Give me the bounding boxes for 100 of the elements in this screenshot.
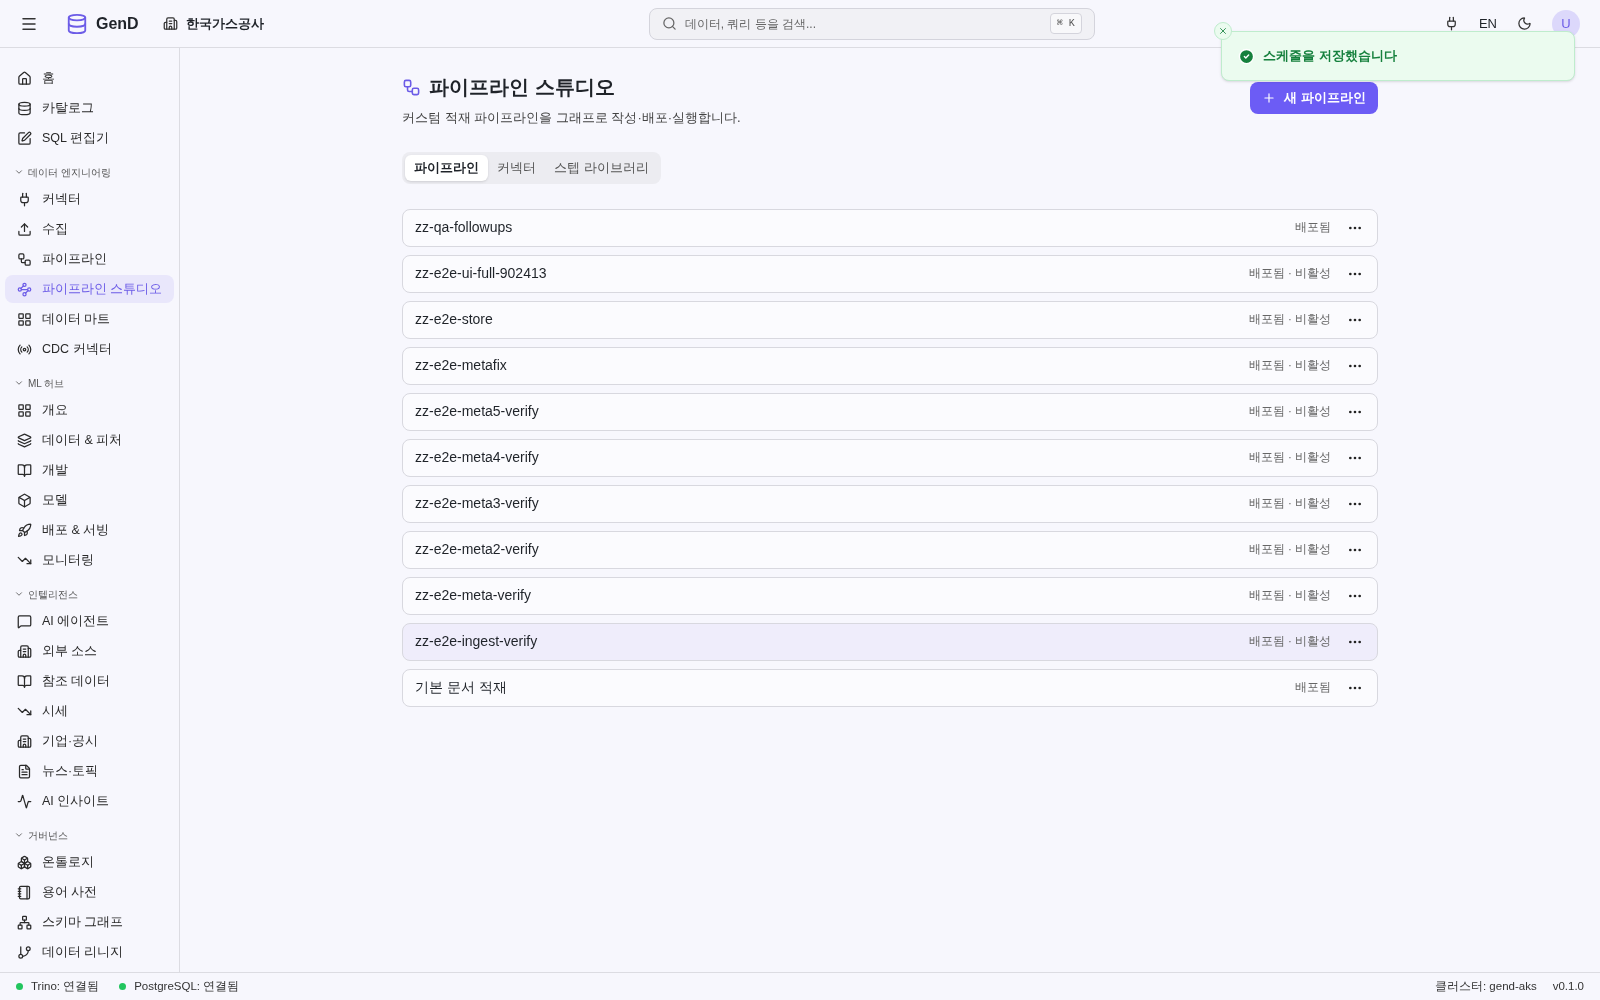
language-button[interactable]: EN: [1478, 13, 1497, 34]
building-icon: [162, 16, 178, 31]
building-icon: [17, 733, 32, 749]
nav-item[interactable]: 스키마 그래프: [5, 908, 174, 936]
nav-label: 데이터 & 피처: [42, 431, 123, 449]
nav-item[interactable]: 모니터링: [5, 546, 174, 574]
hierarchy-icon: [17, 914, 32, 930]
pipeline-row[interactable]: zz-e2e-ingest-verify 배포됨 · 비활성: [402, 622, 1378, 661]
toast-message: 스케줄을 저장했습니다: [1263, 47, 1397, 66]
search-field[interactable]: 데이터, 쿼리 등을 검색... ⌘ K: [648, 7, 1095, 40]
nav-item[interactable]: 개요: [5, 396, 174, 424]
connection-status: PostgreSQL: 연결됨: [134, 978, 240, 994]
nav-item[interactable]: 용어 사전: [5, 878, 174, 906]
chevron-down-icon: [14, 589, 24, 599]
nav-item[interactable]: 배포 & 서빙: [5, 516, 174, 544]
section-header[interactable]: 거버넌스: [5, 824, 77, 846]
nav-label: 용어 사전: [42, 883, 98, 901]
pipeline-row[interactable]: 기본 문서 적재 배포됨: [402, 668, 1378, 707]
rocket-icon: [17, 522, 32, 538]
tab[interactable]: 파이프라인: [405, 154, 488, 181]
section-header[interactable]: ML 허브: [5, 372, 74, 394]
connection-status: Trino: 연결됨: [31, 978, 100, 994]
section-header[interactable]: 인텔리전스: [5, 583, 87, 605]
branch-icon: [17, 944, 32, 960]
nav-label: 모니터링: [42, 551, 94, 569]
nav-item[interactable]: 시세: [5, 697, 174, 725]
new-pipeline-button[interactable]: 새 파이프라인: [1250, 82, 1378, 114]
theme-icon[interactable]: [1517, 16, 1532, 31]
nav-label: 뉴스·토픽: [42, 762, 99, 780]
nav-label: 외부 소스: [42, 642, 98, 660]
nav-item[interactable]: 데이터 마트: [5, 305, 174, 333]
chevron-down-icon: [14, 830, 24, 840]
nav-item[interactable]: 수집: [5, 215, 174, 243]
nav-item[interactable]: 기업·공시: [5, 727, 174, 755]
logo-icon: [66, 12, 88, 35]
pipeline-row[interactable]: zz-e2e-meta-verify 배포됨 · 비활성: [402, 576, 1378, 615]
nav-item[interactable]: 파이프라인 스튜디오: [5, 275, 174, 303]
tab[interactable]: 커넥터: [488, 154, 545, 181]
nav-label: 카탈로그: [42, 99, 94, 117]
nav-label: 배포 & 서빙: [42, 521, 110, 539]
nav-item[interactable]: 홈: [5, 64, 174, 92]
book-icon: [17, 462, 32, 478]
pipeline-row[interactable]: zz-e2e-meta2-verify 배포됨 · 비활성: [402, 530, 1378, 569]
nav-item[interactable]: SQL 편집기: [5, 124, 174, 152]
nav-label: 파이프라인: [42, 250, 107, 268]
plug-icon: [17, 191, 32, 207]
nav-item[interactable]: 카탈로그: [5, 94, 174, 122]
success-icon: [1238, 47, 1255, 65]
nav-item[interactable]: 온톨로지: [5, 848, 174, 876]
section-header[interactable]: 데이터 엔지니어링: [5, 161, 120, 183]
nav-item[interactable]: 커넥터: [5, 185, 174, 213]
pipeline-name: zz-e2e-meta-verify: [415, 586, 531, 605]
pipeline-row[interactable]: zz-qa-followups 배포됨: [402, 208, 1378, 247]
app-logo: GenD: [96, 13, 139, 34]
chevron-down-icon: [14, 378, 24, 388]
nav-label: 기업·공시: [42, 732, 99, 750]
nav-label: 참조 데이터: [42, 672, 111, 690]
nav-item[interactable]: 데이터 & 피처: [5, 426, 174, 454]
nav-label: 수집: [42, 220, 68, 238]
pipeline-row[interactable]: zz-e2e-meta4-verify 배포됨 · 비활성: [402, 438, 1378, 477]
pipeline-name: zz-e2e-store: [415, 310, 493, 329]
pipeline-row[interactable]: zz-e2e-meta5-verify 배포됨 · 비활성: [402, 392, 1378, 431]
pipeline-name: 기본 문서 적재: [415, 678, 507, 697]
status-text: 배포됨 · 비활성: [1248, 449, 1331, 465]
pipeline-row[interactable]: zz-e2e-metafix 배포됨 · 비활성: [402, 346, 1378, 385]
nav-item[interactable]: 개발: [5, 456, 174, 484]
nav-label: 스키마 그래프: [42, 913, 124, 931]
nav-item[interactable]: AI 에이전트: [5, 607, 174, 635]
nav-item[interactable]: AI 인사이트: [5, 787, 174, 815]
close-icon: [1218, 26, 1228, 36]
pipeline-row[interactable]: zz-e2e-store 배포됨 · 비활성: [402, 300, 1378, 339]
nav-item[interactable]: 참조 데이터: [5, 667, 174, 695]
nav-item[interactable]: 파이프라인: [5, 245, 174, 273]
status-text: 배포됨 · 비활성: [1248, 357, 1331, 373]
grid-icon: [17, 311, 32, 327]
plus-icon: [1262, 91, 1277, 105]
pipeline-name: zz-e2e-meta2-verify: [415, 540, 539, 559]
layers-icon: [17, 432, 32, 448]
close-button[interactable]: [1214, 22, 1232, 40]
nav-item[interactable]: 외부 소스: [5, 637, 174, 665]
nav-item[interactable]: 데이터 리니지: [5, 938, 174, 966]
database-icon: [17, 100, 32, 116]
nav-label: 개요: [42, 401, 68, 419]
pipeline-name: zz-e2e-meta5-verify: [415, 402, 539, 421]
nav-item[interactable]: 뉴스·토픽: [5, 757, 174, 785]
boxes-icon: [17, 854, 32, 870]
nav-label: SQL 편집기: [42, 129, 110, 147]
book-icon: [17, 673, 32, 689]
pipeline-row[interactable]: zz-e2e-ui-full-902413 배포됨 · 비활성: [402, 254, 1378, 293]
nav-item[interactable]: CDC 커넥터: [5, 335, 174, 363]
nav-label: 커넥터: [42, 190, 81, 208]
search-input[interactable]: 데이터, 쿼리 등을 검색...: [684, 14, 1050, 33]
workflow-icon: [17, 251, 32, 267]
tab[interactable]: 스텝 라이브러리: [545, 154, 658, 181]
page-title: 파이프라인 스튜디오: [429, 75, 615, 100]
pipeline-row[interactable]: zz-e2e-meta3-verify 배포됨 · 비활성: [402, 484, 1378, 523]
nav-item[interactable]: 모델: [5, 486, 174, 514]
org-name: 한국가스공사: [185, 14, 264, 33]
page-subtitle: 커스텀 적재 파이프라인을 그래프로 작성·배포·실행합니다.: [402, 109, 741, 127]
building-icon: [17, 643, 32, 659]
